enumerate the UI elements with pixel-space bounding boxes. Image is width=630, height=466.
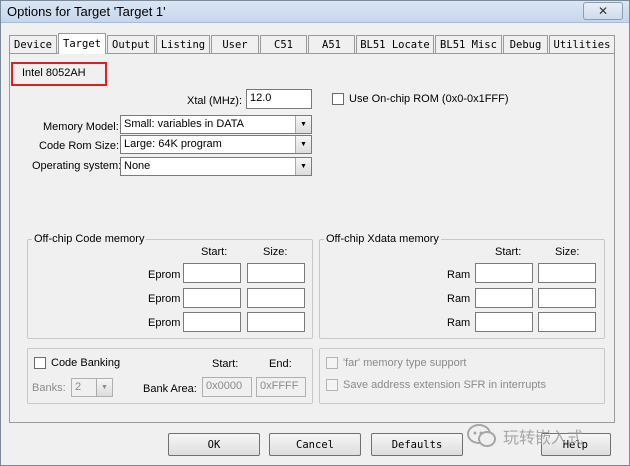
code-size-input-2[interactable]: [247, 288, 305, 308]
device-name: Intel 8052AH: [11, 62, 107, 86]
chevron-down-icon: ▼: [295, 158, 311, 175]
memory-model-label: Memory Model:: [43, 121, 119, 133]
tab-user[interactable]: User: [211, 35, 259, 53]
xdata-start-input-2[interactable]: [475, 288, 533, 308]
code-banking-checkbox[interactable]: [34, 357, 46, 369]
close-button[interactable]: ✕: [583, 2, 623, 20]
code-rom-value: Large: 64K program: [124, 138, 222, 150]
bank-area-label: Bank Area:: [143, 383, 197, 395]
memory-model-value: Small: variables in DATA: [124, 118, 245, 130]
tab-a51[interactable]: A51: [308, 35, 355, 53]
code-start-header: Start:: [201, 246, 228, 258]
tab-output[interactable]: Output: [107, 35, 155, 53]
xdata-start-input-3[interactable]: [475, 312, 533, 332]
tab-device[interactable]: Device: [9, 35, 57, 53]
watermark-text: 玩转嵌入式: [503, 430, 584, 447]
xdata-size-input-2[interactable]: [538, 288, 596, 308]
tab-bl51-misc[interactable]: BL51 Misc: [435, 35, 502, 53]
xdata-row-label: Ram: [447, 269, 471, 281]
code-size-input-1[interactable]: [247, 263, 305, 283]
os-value: None: [124, 160, 151, 172]
xdata-row-label: Ram: [447, 293, 471, 305]
banks-select[interactable]: 2 ▼: [71, 378, 113, 397]
code-start-input-1[interactable]: [183, 263, 241, 283]
far-memory-checkbox[interactable]: [326, 357, 338, 369]
banks-value: 2: [75, 381, 82, 393]
onchip-rom-checkbox[interactable]: [332, 93, 344, 105]
xdata-size-input-3[interactable]: [538, 312, 596, 332]
bank-end-header: End:: [269, 358, 292, 370]
code-banking-label: Code Banking: [51, 357, 121, 369]
tab-utilities[interactable]: Utilities: [549, 35, 615, 53]
code-row-label: Eprom: [148, 317, 181, 329]
code-memory-title: Off-chip Code memory: [32, 233, 147, 245]
xtal-label: Xtal (MHz):: [187, 95, 242, 107]
tab-listing[interactable]: Listing: [156, 35, 210, 53]
xdata-memory-title: Off-chip Xdata memory: [324, 233, 441, 245]
xdata-size-header: Size:: [555, 246, 580, 258]
sfr-checkbox[interactable]: [326, 379, 338, 391]
code-row-label: Eprom: [148, 269, 181, 281]
close-icon: ✕: [597, 4, 609, 18]
sfr-label: Save address extension SFR in interrupts: [343, 379, 546, 391]
onchip-rom-label: Use On-chip ROM (0x0-0x1FFF): [349, 93, 509, 105]
tab-bl51-locate[interactable]: BL51 Locate: [356, 35, 434, 53]
xdata-size-input-1[interactable]: [538, 263, 596, 283]
tab-debug[interactable]: Debug: [503, 35, 548, 53]
far-memory-label: 'far' memory type support: [343, 357, 467, 369]
banks-label: Banks:: [32, 382, 66, 394]
options-dialog: Options for Target 'Target 1' ✕ Device T…: [0, 0, 630, 466]
chevron-down-icon: ▼: [295, 136, 311, 153]
xdata-start-header: Start:: [495, 246, 522, 258]
bank-area-end-input[interactable]: 0xFFFF: [256, 377, 306, 397]
tab-c51[interactable]: C51: [260, 35, 307, 53]
code-size-header: Size:: [263, 246, 288, 258]
window-title: Options for Target 'Target 1': [7, 4, 166, 19]
bank-area-start-input[interactable]: 0x0000: [202, 377, 252, 397]
code-start-input-2[interactable]: [183, 288, 241, 308]
code-start-input-3[interactable]: [183, 312, 241, 332]
xtal-input[interactable]: 12.0: [246, 89, 312, 109]
cancel-button[interactable]: Cancel: [269, 433, 361, 456]
code-rom-label: Code Rom Size:: [39, 140, 120, 152]
defaults-button[interactable]: Defaults: [371, 433, 463, 456]
tab-target[interactable]: Target: [58, 33, 106, 54]
title-bar: Options for Target 'Target 1' ✕: [1, 1, 629, 23]
chevron-down-icon: ▼: [295, 116, 311, 133]
code-rom-select[interactable]: Large: 64K program ▼: [120, 135, 312, 154]
bank-start-header: Start:: [212, 358, 239, 370]
code-row-label: Eprom: [148, 293, 181, 305]
chat-bubble-icon: [467, 423, 497, 449]
xdata-row-label: Ram: [447, 317, 471, 329]
os-select[interactable]: None ▼: [120, 157, 312, 176]
xdata-start-input-1[interactable]: [475, 263, 533, 283]
memory-model-select[interactable]: Small: variables in DATA ▼: [120, 115, 312, 134]
watermark: 玩转嵌入式: [467, 419, 583, 453]
chevron-down-icon: ▼: [96, 379, 112, 396]
code-size-input-3[interactable]: [247, 312, 305, 332]
os-label: Operating system:: [32, 160, 122, 172]
ok-button[interactable]: OK: [168, 433, 260, 456]
